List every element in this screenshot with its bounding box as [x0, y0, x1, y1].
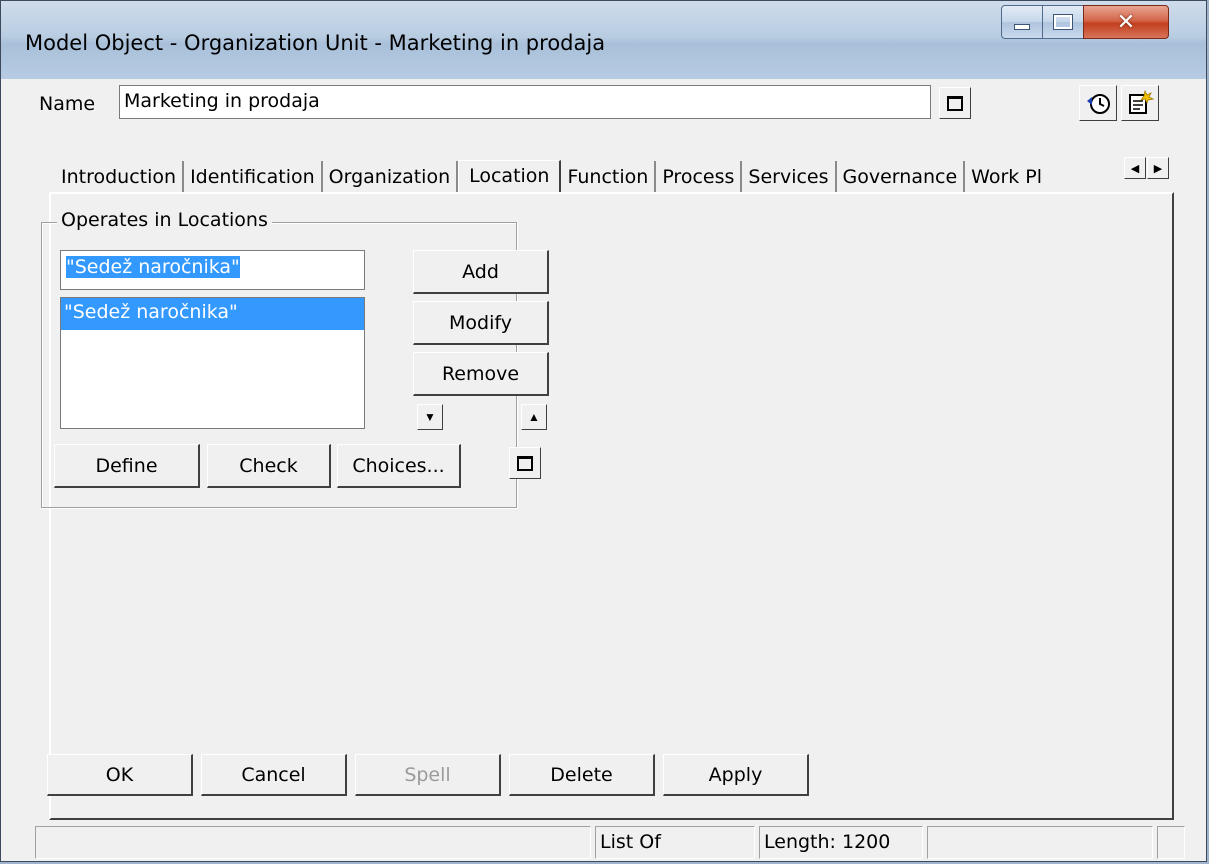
locations-group-label: Operates in Locations	[57, 209, 272, 231]
tab-introduction[interactable]: Introduction	[55, 161, 185, 193]
window-icon	[517, 455, 533, 471]
location-list[interactable]: "Sedež naročnika"	[60, 297, 365, 429]
status-list-of: List Of	[595, 826, 755, 859]
size-grip[interactable]	[1157, 826, 1185, 859]
tab-work-plan[interactable]: Work Pl	[965, 161, 1048, 193]
arrow-up-icon: ▲	[528, 410, 540, 424]
spell-button[interactable]: Spell	[355, 754, 501, 796]
maximize-button[interactable]	[1042, 5, 1084, 39]
status-bar: List Of Length: 1200	[1, 826, 1206, 861]
arrow-left-icon: ◀	[1130, 162, 1140, 175]
minimize-button[interactable]	[1001, 5, 1043, 39]
locations-expand-button[interactable]	[509, 447, 541, 479]
history-button[interactable]	[1079, 85, 1117, 121]
name-label: Name	[39, 93, 96, 115]
delete-button[interactable]: Delete	[509, 754, 655, 796]
tab-scroll-left-button[interactable]: ◀	[1124, 157, 1146, 179]
modify-button[interactable]: Modify	[413, 301, 549, 345]
close-button[interactable]: ✕	[1083, 5, 1169, 39]
dialog-client: Name Marketing in prodaja Introduction I…	[9, 79, 1198, 855]
remove-button[interactable]: Remove	[413, 352, 549, 396]
history-icon	[1087, 94, 1110, 114]
properties-icon	[1129, 89, 1154, 114]
window-icon	[947, 95, 963, 111]
tab-process[interactable]: Process	[656, 161, 743, 193]
status-cell-main	[35, 826, 591, 859]
check-button[interactable]: Check	[207, 444, 331, 488]
define-button[interactable]: Define	[54, 444, 200, 488]
status-cell-extra	[927, 826, 1153, 859]
tab-identification[interactable]: Identification	[184, 161, 323, 193]
move-up-button[interactable]: ▲	[521, 404, 547, 430]
dialog-window: Model Object - Organization Unit - Marke…	[0, 0, 1207, 862]
tab-location[interactable]: Location	[458, 160, 562, 195]
tab-scroll-right-button[interactable]: ▶	[1147, 157, 1169, 179]
close-icon: ✕	[1116, 9, 1136, 35]
status-length: Length: 1200	[759, 826, 923, 859]
apply-button[interactable]: Apply	[663, 754, 809, 796]
maximize-icon	[1053, 14, 1073, 30]
choices-button[interactable]: Choices...	[337, 444, 461, 488]
name-expand-button[interactable]	[939, 87, 971, 119]
list-item[interactable]: "Sedež naročnika"	[61, 298, 364, 330]
tab-services[interactable]: Services	[742, 161, 837, 193]
move-down-button[interactable]: ▼	[417, 404, 443, 430]
arrow-right-icon: ▶	[1153, 162, 1163, 175]
location-input-value: "Sedež naročnika"	[66, 256, 240, 278]
minimize-icon	[1014, 24, 1030, 30]
tab-strip: Introduction Identification Organization…	[55, 157, 1048, 195]
arrow-down-icon: ▼	[424, 410, 436, 424]
ok-button[interactable]: OK	[47, 754, 193, 796]
cancel-button[interactable]: Cancel	[201, 754, 347, 796]
tab-organization[interactable]: Organization	[323, 161, 459, 193]
tab-governance[interactable]: Governance	[837, 161, 966, 193]
title-bar[interactable]: Model Object - Organization Unit - Marke…	[1, 1, 1206, 79]
add-button[interactable]: Add	[413, 250, 549, 294]
window-title: Model Object - Organization Unit - Marke…	[25, 31, 606, 55]
properties-button[interactable]	[1121, 85, 1159, 121]
tab-function[interactable]: Function	[561, 161, 657, 193]
location-input[interactable]: "Sedež naročnika"	[60, 250, 365, 290]
name-field[interactable]: Marketing in prodaja	[119, 85, 931, 119]
